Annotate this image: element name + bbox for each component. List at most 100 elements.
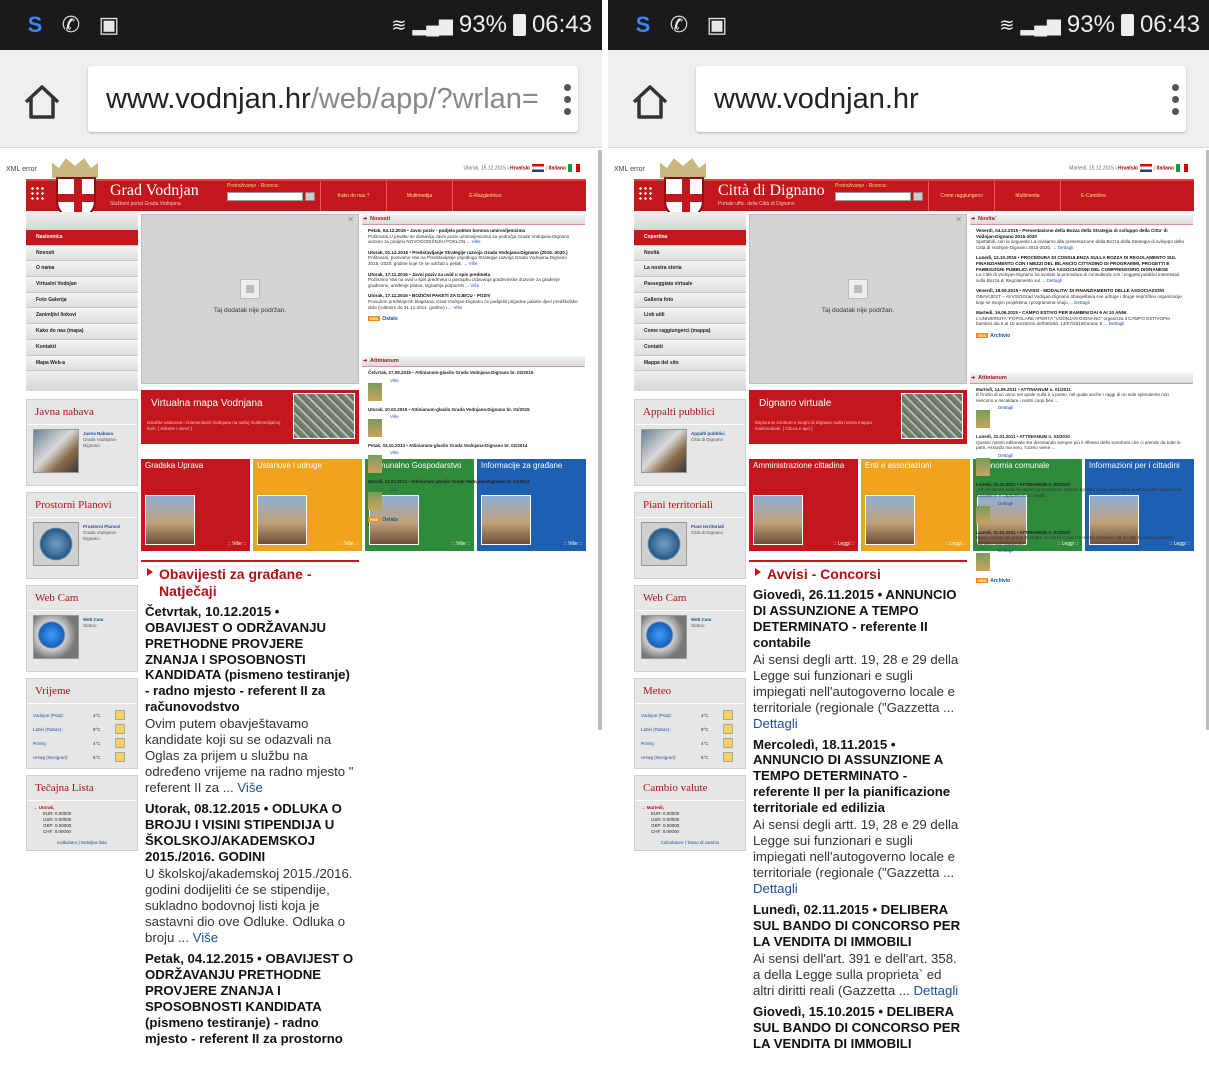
rates-links[interactable]: Kalkulator | Detaljna lista	[33, 840, 131, 846]
news-item[interactable]: Utorak, 17.11.2015 • Javni poziv za uvid…	[362, 269, 585, 291]
rss-icon[interactable]: RSS	[976, 578, 989, 584]
menu-item[interactable]: Copertina	[634, 230, 746, 246]
attinianum-archive-link[interactable]: RSS Archivio	[970, 574, 1193, 588]
notice-item[interactable]: Giovedì, 15.10.2015 • DELIBERA SUL BANDO…	[749, 1004, 967, 1057]
home-icon[interactable]	[22, 82, 62, 122]
lang-hr-link[interactable]: Hrvatski	[1118, 165, 1138, 171]
globe-icon[interactable]	[641, 615, 687, 660]
overflow-menu-icon[interactable]	[564, 84, 572, 120]
nav-item[interactable]: E-Cartoline	[1060, 181, 1126, 211]
virtual-map-banner[interactable]: Dignano virtuale Esplora le strutture e …	[749, 390, 967, 444]
news-item[interactable]: Utorak, 01.12.2015 • Predstavljanje Stra…	[362, 247, 585, 269]
overflow-menu-icon[interactable]	[1172, 84, 1180, 120]
notice-item[interactable]: Četvrtak, 10.12.2015 • OBAVIJEST O ODRŽA…	[141, 604, 359, 802]
lang-it-link[interactable]: Italiano	[1156, 165, 1174, 171]
nav-item[interactable]: Multimedia	[994, 181, 1060, 211]
category-tile[interactable]: Enti e associazioni:: Leggi ::	[861, 459, 970, 551]
menu-item[interactable]: La nostra storia	[634, 261, 746, 278]
lang-it-link[interactable]: Italiano	[548, 165, 566, 171]
signal-icon: ▂▄▆	[1020, 15, 1061, 35]
nav-item[interactable]: E-Razglednice	[452, 181, 518, 211]
virtual-map-banner[interactable]: Virtualna mapa Vodnjana Istražite ustano…	[141, 390, 359, 444]
url-field[interactable]: www.vodnjan.hr/web/app/?wrlan=	[88, 66, 578, 132]
news-item[interactable]: Martedì, 16.06.2015 • CAMPO ESTIVO PER B…	[970, 307, 1193, 329]
attinianum-item[interactable]: Četvrtak, 27.08.2015 • Attinianum-glasil…	[362, 367, 585, 403]
news-item[interactable]: Venerdì, 18.09.2015 • AVVISO - MODALITA'…	[970, 285, 1193, 307]
menu-item[interactable]: Kontakti	[26, 339, 138, 356]
plans-box[interactable]: Piani territoriali Piani territoriali Cit…	[634, 492, 746, 580]
attinianum-item[interactable]: Martedì, 14.06.2011 • ATTINIANUM n. 01/2…	[970, 384, 1193, 432]
attinianum-item[interactable]: Lunedì, 31.01.2011 • ATTINIANUM n. 02/20…	[970, 479, 1193, 527]
menu-item[interactable]: Galleria foto	[634, 292, 746, 309]
news-item[interactable]: Venerdì, 04.12.2015 • Presentazione dell…	[970, 225, 1193, 252]
menu-item[interactable]: Novosti	[26, 245, 138, 262]
news-item[interactable]: Utorak, 17.11.2015 • BOŽIĆNI PAKETI ZA D…	[362, 290, 585, 312]
menu-item[interactable]: Mappa del sito	[634, 355, 746, 372]
search-input[interactable]	[227, 192, 303, 201]
lang-hr-link[interactable]: Hrvatski	[510, 165, 530, 171]
home-icon[interactable]	[630, 82, 670, 122]
news-item[interactable]: Lunedì, 12.10.2015 • PROCEDURA DI CONSUL…	[970, 252, 1193, 285]
procurement-box[interactable]: Javna nabava Javna Nabava Grada Vodnjana-…	[26, 399, 138, 487]
attinianum-item[interactable]: Lunedì, 31.01.2011 • ATTINIANUM n. 03/20…	[970, 431, 1193, 479]
magazine-cover-icon[interactable]	[976, 505, 990, 524]
menu-item[interactable]: Contatti	[634, 339, 746, 356]
menu-item[interactable]: Passeggiata virtuale	[634, 277, 746, 293]
rss-icon[interactable]: RSS	[976, 332, 989, 338]
menu-item[interactable]: Foto Galerija	[26, 292, 138, 309]
menu-item[interactable]: Kako do nas (mapa)	[26, 324, 138, 340]
url-field[interactable]: www.vodnjan.hr	[696, 66, 1186, 132]
menu-item[interactable]: Naslovnica	[26, 230, 138, 246]
attinianum-archive-link[interactable]: RSS Ostalo	[362, 513, 585, 527]
attinianum-item[interactable]: Utorak, 11.03.2014 • Attinianum-glasilo …	[362, 476, 585, 512]
search-input[interactable]	[835, 192, 911, 201]
menu-item[interactable]: Link utili	[634, 308, 746, 325]
notice-item[interactable]: Giovedì, 26.11.2015 • ANNUNCIO DI ASSUNZ…	[749, 587, 967, 737]
notice-item[interactable]: Lunedì, 02.11.2015 • DELIBERA SUL BANDO …	[749, 902, 967, 1004]
close-icon[interactable]: ✕	[347, 215, 354, 224]
menu-item[interactable]: Novità	[634, 245, 746, 262]
box-image[interactable]	[641, 522, 687, 567]
procurement-box[interactable]: Appalti pubblici Appalti pubblici Città d…	[634, 399, 746, 487]
menu-item[interactable]: O nama	[26, 261, 138, 278]
menu-item[interactable]: Virtualni Vodnjan	[26, 277, 138, 293]
search-button[interactable]	[913, 192, 923, 201]
magazine-cover-icon[interactable]	[368, 491, 382, 510]
magazine-cover-icon[interactable]	[368, 455, 382, 474]
box-image[interactable]	[33, 429, 79, 474]
attinianum-item[interactable]: Petak, 03.10.2014 • Attinianum-glasilo G…	[362, 440, 585, 476]
search-button[interactable]	[305, 192, 315, 201]
magazine-cover-icon[interactable]	[368, 418, 382, 437]
plans-box[interactable]: Prostorni Planovi Prostorni Planovi Grada…	[26, 492, 138, 580]
notice-item[interactable]: Mercoledì, 18.11.2015 • ANNUNCIO DI ASSU…	[749, 737, 967, 903]
globe-icon[interactable]	[33, 615, 79, 660]
attinianum-item[interactable]: Lunedì, 31.01.2011 • ATTINIANUM n. 01/20…	[970, 527, 1193, 575]
category-tile[interactable]: Amministrazione cittadina:: Leggi ::	[749, 459, 858, 551]
news-archive-link[interactable]: RSS Archivio	[970, 329, 1193, 343]
box-image[interactable]	[641, 429, 687, 474]
category-tile[interactable]: Gradska Uprava:: Više ::	[141, 459, 250, 551]
webcam-box[interactable]: Web Cam Web Cam Status:	[634, 585, 746, 673]
rss-icon[interactable]: RSS	[368, 516, 381, 522]
close-icon[interactable]: ✕	[955, 215, 962, 224]
rates-links[interactable]: Calcolatore | Tasso di cambio	[641, 840, 739, 846]
attinianum-item[interactable]: Utorak, 10.02.2015 • Attinianum-glasilo …	[362, 404, 585, 440]
news-archive-link[interactable]: RSS Ostalo	[362, 312, 585, 326]
news-item[interactable]: Petak, 04.12.2015 • Javni poziv - podjel…	[362, 225, 585, 247]
rss-icon[interactable]: RSS	[368, 316, 381, 322]
notice-item[interactable]: Petak, 04.12.2015 • OBAVIJEST O ODRŽAVAN…	[141, 951, 359, 1052]
menu-item[interactable]: Mapa Web-a	[26, 355, 138, 372]
box-image[interactable]	[33, 522, 79, 567]
nav-item[interactable]: Kako do nas ?	[320, 181, 386, 211]
magazine-cover-icon[interactable]	[976, 458, 990, 477]
magazine-cover-icon[interactable]	[368, 382, 382, 401]
nav-item[interactable]: Come raggiungerci	[928, 181, 994, 211]
notice-item[interactable]: Utorak, 08.12.2015 • ODLUKA O BROJU I VI…	[141, 801, 359, 951]
category-tile[interactable]: Ustanove i udruge:: Više ::	[253, 459, 362, 551]
nav-item[interactable]: Multimedija	[386, 181, 452, 211]
menu-item[interactable]: Come raggiungerci (mappa)	[634, 324, 746, 340]
magazine-cover-icon[interactable]	[976, 553, 990, 572]
menu-item[interactable]: Zanimljivi linkovi	[26, 308, 138, 325]
magazine-cover-icon[interactable]	[976, 410, 990, 429]
webcam-box[interactable]: Web Cam Web Cam Status:	[26, 585, 138, 673]
